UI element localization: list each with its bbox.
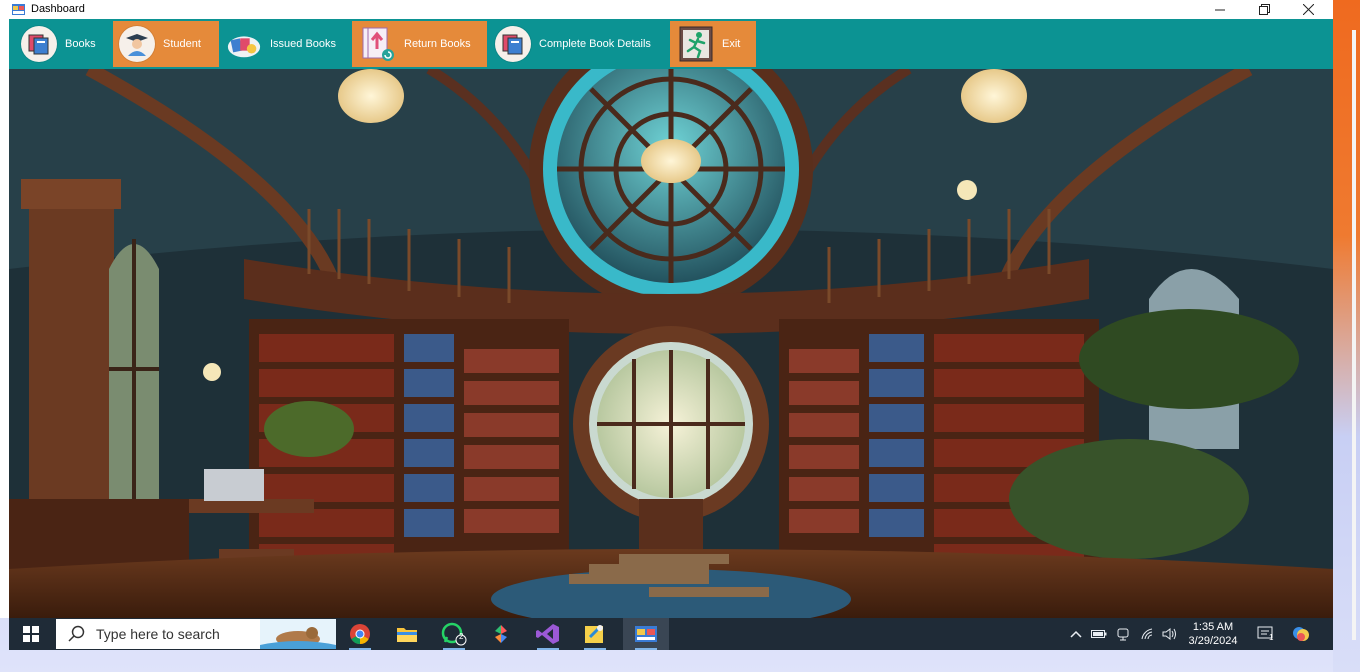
app-icon [12,4,25,15]
complete-book-details-button[interactable]: Complete Book Details [495,21,667,67]
dashboard-app-icon [635,626,657,642]
search-icon [68,625,85,642]
window-title: Dashboard [31,3,85,15]
exit-icon [678,26,714,62]
minimize-button[interactable] [1198,0,1242,19]
restore-button[interactable] [1242,0,1286,19]
meet-now-button[interactable] [1113,618,1133,650]
minimize-icon [1215,9,1225,10]
network-button[interactable] [1137,618,1157,650]
windows-icon [23,626,39,642]
taskbar-chrome[interactable] [337,618,383,650]
complete-book-details-label: Complete Book Details [539,38,651,50]
clock-date: 3/29/2024 [1188,635,1238,647]
battery-icon [1091,630,1107,638]
taskbar-dashboard-app[interactable] [623,618,669,650]
close-button[interactable] [1286,0,1330,19]
volume-button[interactable] [1159,618,1181,650]
desktop-scrollbar [1352,30,1356,640]
windows-taskbar: Type here to search 2 1:35 AM 3/29/2024 … [9,618,1333,650]
speaker-icon [1162,628,1176,640]
student-button[interactable]: Student [113,21,219,67]
exit-button[interactable]: Exit [670,21,756,67]
restore-icon [1258,4,1270,15]
taskbar-visual-studio[interactable] [525,618,571,650]
issued-books-button[interactable]: Issued Books [226,21,352,67]
taskbar-pinwheel-app[interactable] [478,618,524,650]
chevron-up-icon [1070,630,1082,638]
book-details-icon [495,26,531,62]
books-button[interactable]: Books [21,21,115,67]
search-highlight-illustration [260,619,336,649]
folder-icon [397,628,417,642]
taskbar-sticky-app[interactable] [572,618,618,650]
webcam-icon [1117,628,1129,641]
student-label: Student [163,38,201,50]
issued-books-label: Issued Books [270,38,337,50]
weather-icon [1293,627,1309,641]
visual-studio-icon [536,624,559,644]
return-books-button[interactable]: Return Books [352,21,487,67]
title-bar: Dashboard [0,0,1333,19]
show-hidden-icons-button[interactable] [1067,618,1085,650]
library-background-image [9,69,1333,618]
dashboard-window: Dashboard Books Student Issued Books Ret… [0,0,1333,618]
chrome-icon [350,624,370,645]
search-placeholder: Type here to search [96,626,220,642]
whatsapp-badge: 2 [459,632,464,641]
taskbar-search-box[interactable]: Type here to search [56,619,336,649]
notification-badge: 1 [1269,633,1274,642]
books-icon [21,26,57,62]
start-button[interactable] [9,618,53,650]
pinwheel-icon [495,625,507,643]
clock-time: 1:35 AM [1192,621,1234,633]
sticky-notes-icon [585,625,603,643]
close-icon [1302,4,1314,15]
return-books-icon [360,26,396,62]
exit-label: Exit [722,38,741,50]
notifications-button[interactable]: 1 [1254,618,1278,650]
student-icon [119,26,155,62]
desktop-background-right [1333,0,1360,672]
issued-books-icon [226,26,262,62]
taskbar-whatsapp[interactable]: 2 [431,618,477,650]
taskbar-clock[interactable]: 1:35 AM 3/29/2024 [1184,620,1242,648]
main-toolbar: Books Student Issued Books Return Books … [9,19,1333,69]
wifi-icon [1141,628,1153,640]
weather-widget-button[interactable] [1289,618,1313,650]
battery-button[interactable] [1089,618,1109,650]
books-label: Books [65,38,96,50]
taskbar-file-explorer[interactable] [384,618,430,650]
return-books-label: Return Books [404,38,471,50]
